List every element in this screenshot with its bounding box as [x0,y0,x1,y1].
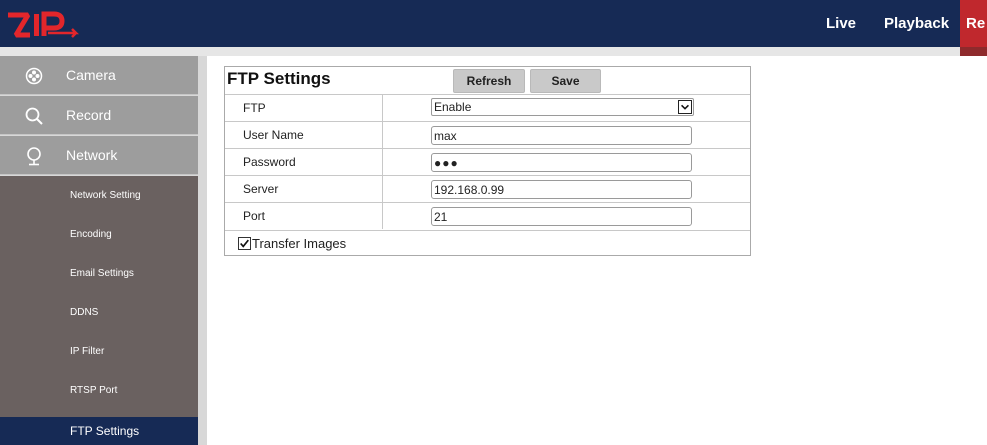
refresh-button[interactable]: Refresh [453,69,525,93]
server-input[interactable] [431,180,692,199]
sidebar-item-label: Network [66,147,118,163]
sidebar-item-rtsp-port[interactable]: RTSP Port [0,371,198,410]
network-icon [27,147,41,166]
sidebar-item-ftp-settings[interactable]: FTP Settings [0,417,198,445]
user-name-input[interactable] [431,126,692,145]
app-window: Live Playback Re Camera Record Network N… [0,0,987,445]
sidebar-item-label: Encoding [70,229,112,240]
server-label: Server [225,176,383,202]
ftp-label: FTP [225,95,383,121]
sidebar-item-ddns[interactable]: DDNS [0,293,198,332]
sidebar-item-label: RTSP Port [70,385,118,396]
search-icon [25,107,43,125]
sidebar-item-label: DDNS [70,307,99,318]
password-row: Password [225,148,750,175]
ftp-select-value: Enable [434,100,472,114]
nav-playback[interactable]: Playback [884,0,949,47]
sidebar-item-email-settings[interactable]: Email Settings [0,254,198,293]
user-name-row: User Name [225,121,750,148]
network-submenu: Network Setting Encoding Email Settings … [0,176,198,445]
sidebar-item-record[interactable]: Record [0,96,198,135]
port-input[interactable] [431,207,692,226]
ftp-enable-select[interactable]: Enable [431,98,694,116]
sidebar: Camera Record Network Network Setting En… [0,56,207,445]
password-input[interactable] [431,153,692,172]
sidebar-item-camera[interactable]: Camera [0,56,198,95]
top-bar: Live Playback Re [0,0,987,47]
transfer-images-checkbox[interactable] [238,237,251,250]
password-label: Password [225,149,383,175]
transfer-images-label: Transfer Images [252,236,347,251]
save-button[interactable]: Save [530,69,601,93]
sidebar-item-label: Record [66,107,112,123]
sidebar-item-encoding[interactable]: Encoding [0,215,198,254]
ftp-row: FTP Enable [225,94,750,121]
nav-record[interactable]: Re [960,0,987,47]
header-divider [0,47,987,56]
sidebar-item-label: FTP Settings [70,424,140,438]
ftp-settings-panel: FTP Settings Refresh Save FTP Enable Use… [224,66,751,256]
chevron-down-icon [678,100,692,114]
sidebar-item-network[interactable]: Network [0,136,198,175]
user-name-label: User Name [225,122,383,148]
nav-live[interactable]: Live [826,0,856,47]
sidebar-item-ip-filter[interactable]: IP Filter [0,332,198,371]
port-row: Port [225,202,750,229]
page-title: FTP Settings [227,69,331,88]
active-nav-underline [960,47,987,56]
sidebar-item-label: Email Settings [70,268,134,279]
sidebar-item-label: Network Setting [70,190,141,201]
transfer-images-row: Transfer Images [225,230,750,256]
camera-icon [25,67,43,85]
sidebar-item-label: Camera [66,67,116,83]
port-label: Port [225,203,383,229]
sidebar-item-network-setting[interactable]: Network Setting [0,176,198,215]
zip-logo[interactable] [6,9,86,41]
server-row: Server [225,175,750,202]
sidebar-item-label: IP Filter [70,346,105,357]
